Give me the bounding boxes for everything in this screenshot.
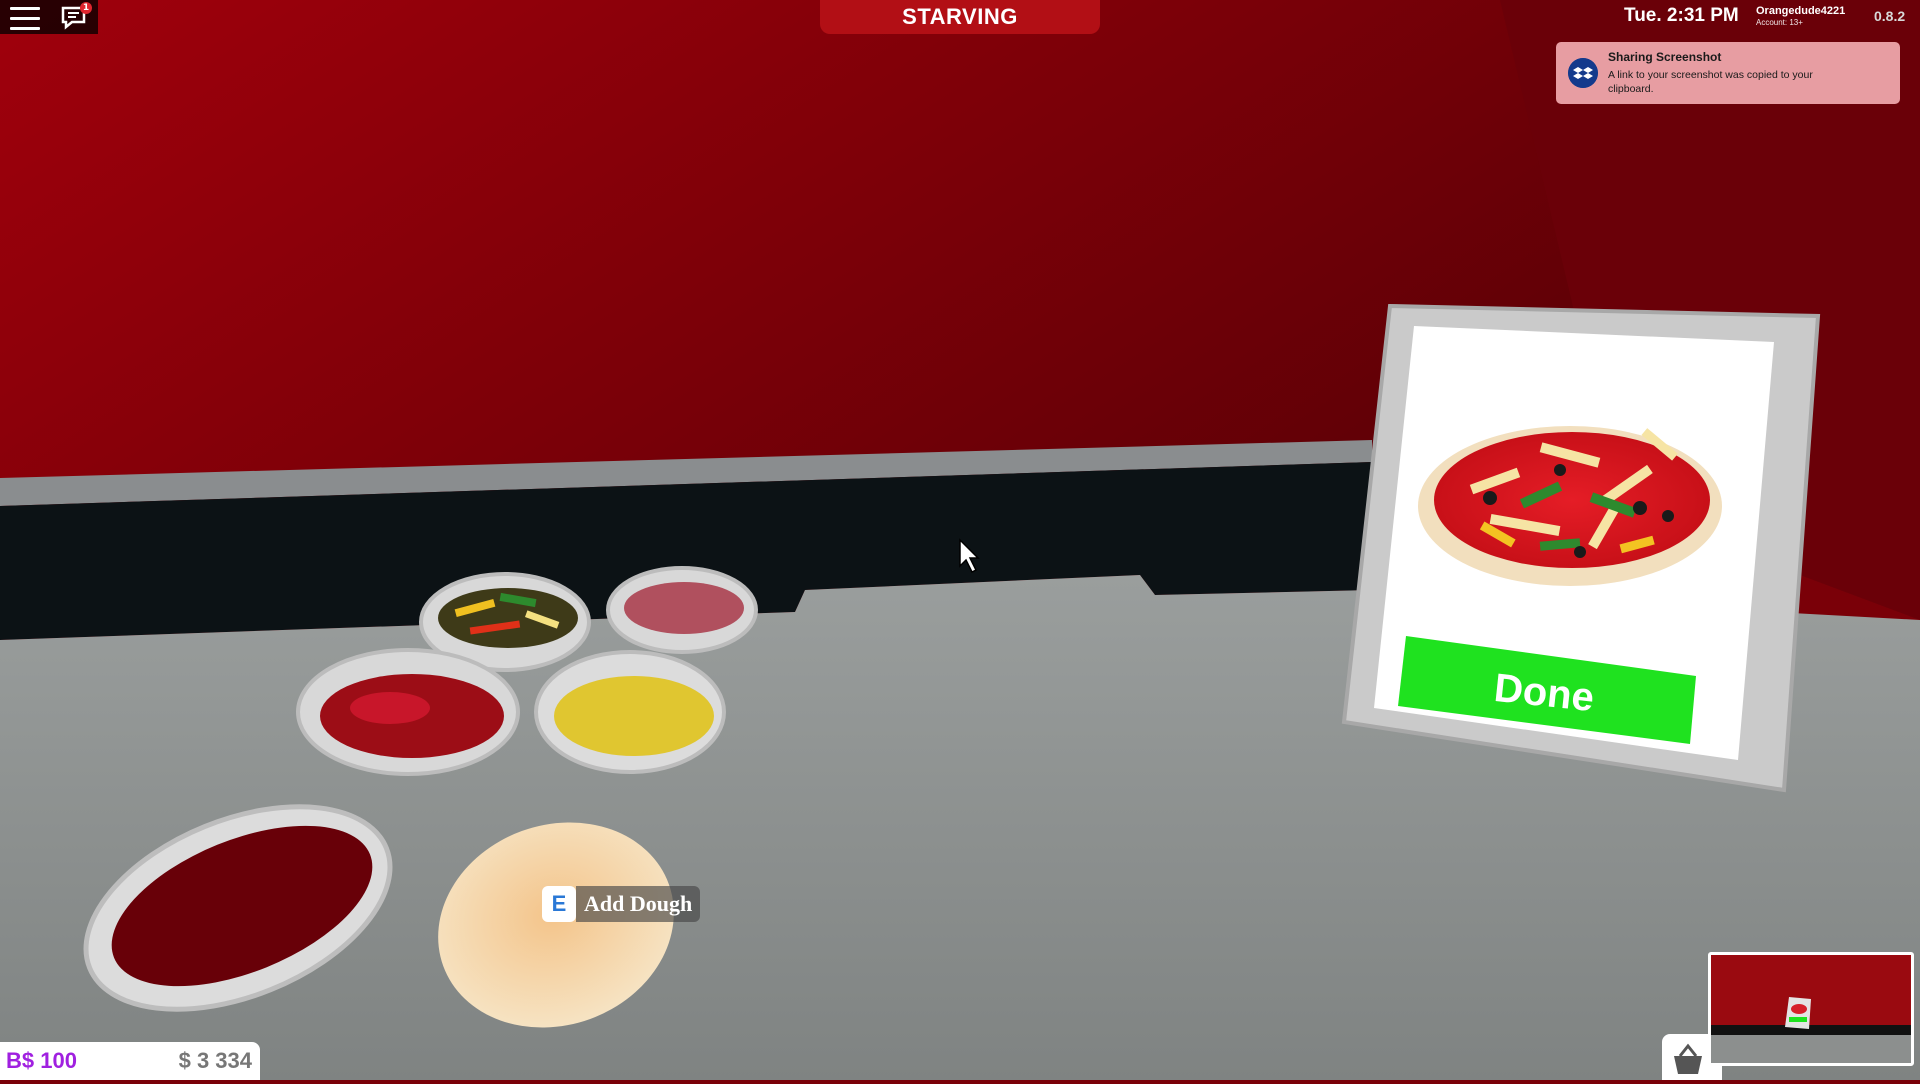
cash-balance: $ 3 334 — [178, 1048, 252, 1073]
player-username: Orangedude4221 — [1756, 5, 1846, 17]
money-bar: B$ 100 $ 3 334 — [0, 1042, 260, 1080]
topbar-menu-area: 1 — [0, 0, 98, 34]
texture-blob — [350, 692, 430, 724]
bowl-pepperoni[interactable] — [624, 582, 744, 634]
prompt-key: E — [542, 886, 576, 922]
hunger-status-banner: STARVING — [820, 0, 1100, 34]
camera-preview[interactable] — [1708, 952, 1914, 1066]
bloxburg-bucks: B$ 100 — [6, 1048, 77, 1073]
prompt-action-label: Add Dough — [576, 886, 701, 922]
interaction-prompt[interactable]: E Add Dough — [542, 886, 701, 922]
game-version: 0.8.2 — [1874, 8, 1906, 24]
preview-scene — [1711, 955, 1911, 1063]
dropbox-icon — [1568, 58, 1598, 88]
chat-notification-badge: 1 — [80, 2, 92, 14]
toast-title: Sharing Screenshot — [1608, 50, 1722, 64]
game-viewport[interactable]: Done — [0, 0, 1920, 1080]
bowl-cheese[interactable] — [554, 676, 714, 756]
screenshot-toast[interactable]: Sharing Screenshot A link to your screen… — [1556, 42, 1900, 104]
game-clock: Tue. 2:31 PM — [1624, 5, 1739, 26]
hamburger-menu-icon[interactable] — [10, 7, 40, 30]
toast-message: A link to your screenshot was copied to … — [1608, 69, 1813, 95]
account-age-label: Account: 13+ — [1756, 18, 1803, 27]
